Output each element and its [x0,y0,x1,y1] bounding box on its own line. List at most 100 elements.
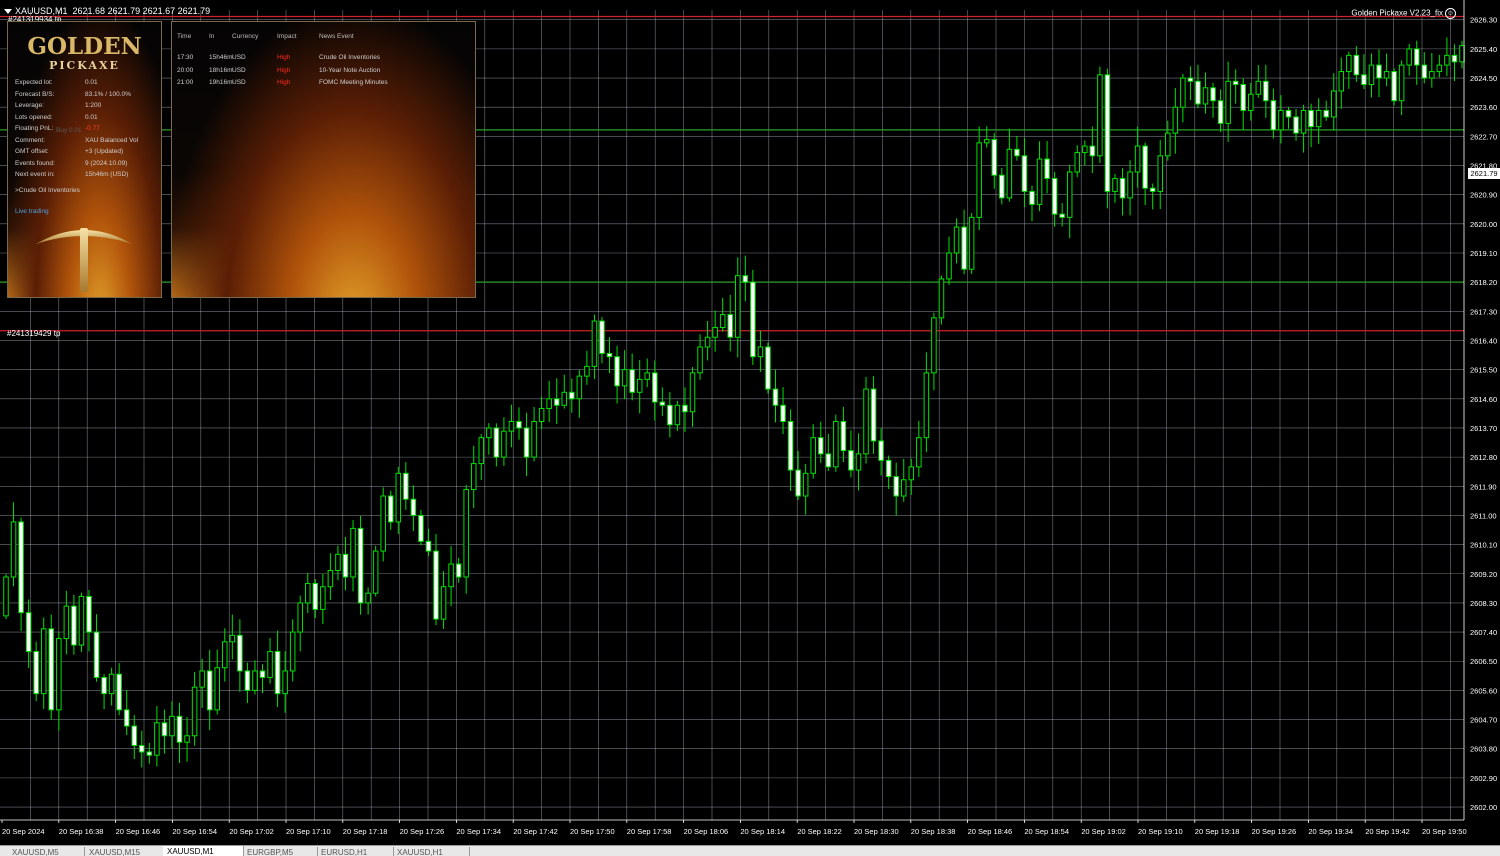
x-tick-label: 20 Sep 17:58 [627,827,672,836]
expert-advisor-label[interactable]: Golden Pickaxe V2.23_fix ☺ [1351,8,1456,19]
y-tick-label: 2626.30 [1470,16,1497,25]
candle-body [561,391,568,406]
candle-body [108,673,115,695]
candle-body [870,388,877,442]
candle [855,433,862,491]
candle [244,662,251,704]
candle-body [999,174,1005,199]
candle [606,337,613,374]
candle [757,330,764,372]
candle [885,455,892,489]
candle [825,433,832,472]
candle [727,294,733,352]
candle [636,359,643,414]
candle-body [86,595,92,633]
panel-info-key: Expected lot: [15,79,53,86]
candle-body [176,715,183,743]
candle-body [1383,71,1390,79]
candle-body [71,605,77,646]
candle-body [267,651,273,678]
candle [320,573,326,625]
news-cell-event: FOMC Meeting Minutes [319,79,388,86]
x-tick-label: 20 Sep 18:22 [797,827,842,836]
news-cell-impact: High [277,54,291,61]
candle [772,369,779,423]
candle-body [780,404,786,422]
panel-info-key: Next event in: [15,171,55,178]
candle [282,651,288,713]
candle-body [802,472,809,497]
candle [833,414,839,472]
candle-body [184,735,190,743]
candle [78,592,85,652]
panel-info-key: Lots opened: [15,113,53,121]
candle [357,516,364,615]
live-trading-link[interactable]: Live trading [15,208,49,215]
x-tick-label: 20 Sep 17:42 [513,827,558,836]
candle-body [599,320,605,354]
ea-name: Golden Pickaxe V2.23_fix [1351,8,1443,18]
candle-body [855,453,862,471]
candle [372,545,379,597]
candle-body [365,592,371,604]
candle-body [470,463,477,491]
candle-body [704,336,711,348]
candle-body [350,527,356,578]
candle [1142,142,1148,206]
candle [1353,45,1360,82]
candle-body [237,634,243,672]
candle-body [139,744,145,753]
candle-body [727,314,733,338]
panel-info-value: -0.77 [85,125,100,132]
candle-body [697,346,703,374]
candle-body [1330,90,1337,118]
candle [848,430,854,478]
candle [455,557,462,583]
x-tick-label: 20 Sep 18:38 [911,827,956,836]
candle-body [1459,45,1465,63]
candle-body [229,634,236,643]
candle [1044,141,1050,194]
candle-body [1157,155,1164,192]
candle [350,520,356,592]
candle-body [968,216,975,270]
candle [968,212,975,274]
candle [1089,126,1096,174]
news-column-header: In [209,33,215,40]
candle-body [1270,100,1277,131]
candle-body [433,550,439,620]
candle-body [206,670,213,711]
candle-body [659,401,666,406]
candle-body [735,275,741,338]
candle-body [357,527,364,604]
candle-body [1413,48,1420,66]
candle [229,614,236,660]
candle-body [893,476,899,497]
news-cell-time: 20:00 [177,66,194,74]
candle-body [667,404,673,426]
candle-body [810,437,816,474]
candle [1195,64,1201,109]
candle-body [63,605,70,640]
candle-body [297,602,303,633]
news-cell-impact: High [277,79,291,86]
candle [795,450,801,501]
x-tick-label: 20 Sep 16:46 [116,827,161,836]
candle [735,257,741,358]
candle [863,376,869,464]
trade-label-middle[interactable]: #241319429 tp [7,329,60,338]
candle [1014,135,1020,161]
panel-info-value: 83.1% / 100.0% [85,90,131,98]
candle [1210,82,1216,118]
candle [938,275,945,325]
candle-body [1315,109,1322,128]
candle-body [1021,155,1028,192]
candle-body [848,450,854,471]
candle-body [900,479,907,497]
candle-body [395,472,402,523]
candle [184,717,190,762]
chevron-down-icon[interactable] [4,9,12,15]
candle-body [146,751,153,756]
candle [1444,37,1450,76]
candle-body [538,408,545,422]
